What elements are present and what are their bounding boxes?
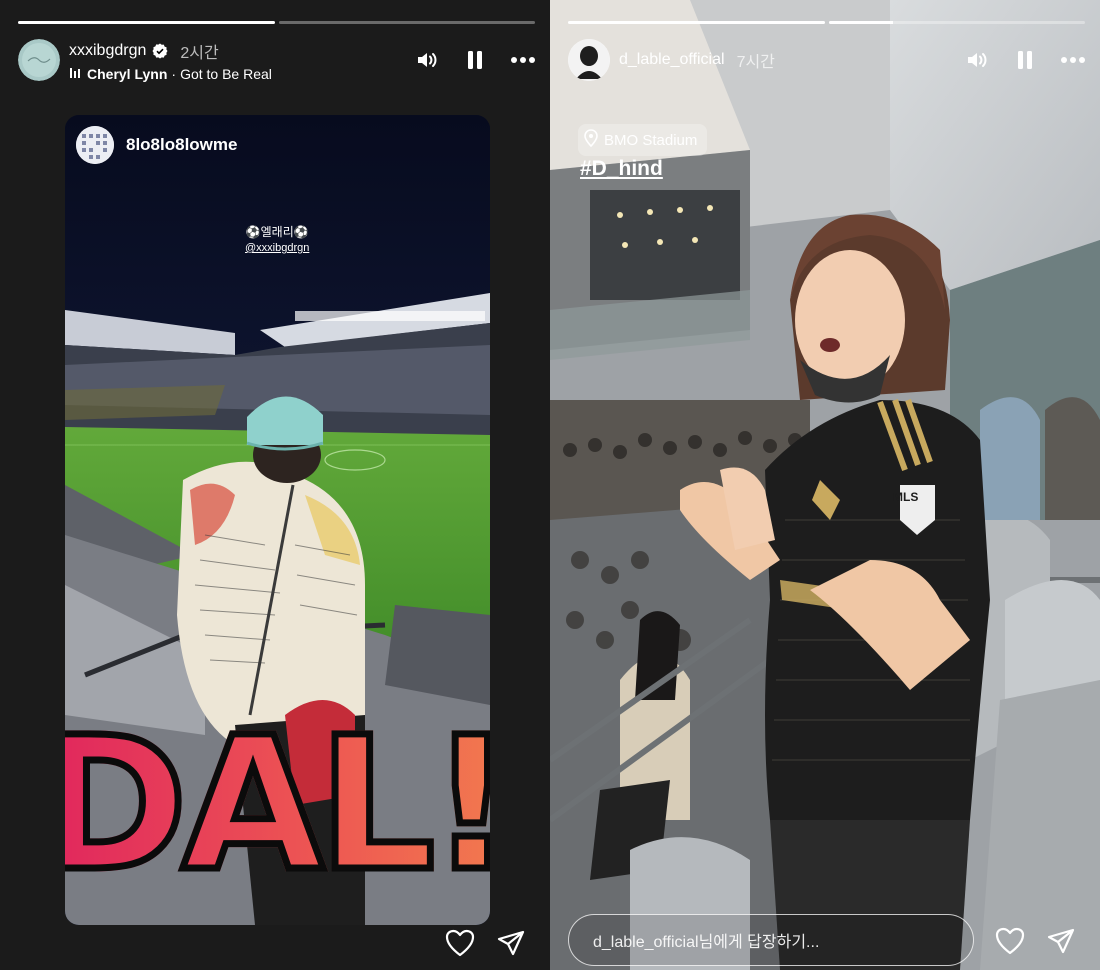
avatar[interactable] [76,126,114,164]
story-header: xxxibgdrgn 2시간 Cheryl Lynn · Got to Be R… [18,38,272,82]
progress-segment [828,21,1085,24]
progress-fill [568,21,825,24]
username[interactable]: d_lable_official [619,51,725,69]
location-name: BMO Stadium [604,131,698,149]
story-controls [414,48,536,72]
heart-icon[interactable] [445,928,475,958]
progress-segment [568,21,825,24]
story-progress-bar [18,21,535,24]
speaker-icon[interactable] [414,48,440,72]
pause-icon[interactable] [462,48,488,72]
pause-icon[interactable] [1012,48,1038,72]
send-icon[interactable] [1046,926,1076,956]
shared-post-username[interactable]: 8lo8lo8lowme [126,135,237,155]
story-controls [964,48,1086,72]
story-header: d_lable_official 7시간 [568,38,775,82]
mention-sticker[interactable]: ⚽엘래리⚽ @xxxibgdrgn [245,223,309,254]
jersey-badge-text: MLS [893,490,919,504]
music-separator: · [171,65,177,82]
avatar[interactable] [568,39,610,81]
story-progress-bar [568,21,1085,24]
goal-overlay-text: DAL!! [65,710,490,901]
time-ago: 2시간 [180,44,219,62]
music-artist: Cheryl Lynn [87,65,168,82]
sticker-title: ⚽엘래리⚽ [245,225,309,239]
shared-post-card[interactable]: 8lo8lo8lowme ⚽엘래리⚽ @xxxibgdrgn DAL!! [65,115,490,925]
more-icon[interactable] [510,48,536,72]
hashtag-sticker[interactable]: #D_hind [580,157,663,181]
music-info[interactable]: Cheryl Lynn · Got to Be Real [69,66,272,82]
progress-fill [828,21,893,24]
send-icon[interactable] [496,928,526,958]
progress-segment [278,21,535,24]
story-left[interactable]: xxxibgdrgn 2시간 Cheryl Lynn · Got to Be R… [0,0,550,970]
location-pin-icon [584,129,598,151]
progress-fill [18,21,275,24]
progress-segment [18,21,275,24]
speaker-icon[interactable] [964,48,990,72]
time-ago: 7시간 [736,54,775,71]
shared-post-header: 8lo8lo8lowme [76,126,237,164]
music-bars-icon [69,66,81,82]
username[interactable]: xxxibgdrgn [69,42,146,60]
more-icon[interactable] [1060,48,1086,72]
music-song: Got to Be Real [180,65,272,82]
reply-placeholder: d_lable_official님에게 답장하기... [593,934,820,951]
reply-input[interactable]: d_lable_official님에게 답장하기... [568,914,974,966]
location-sticker[interactable]: BMO Stadium [578,124,708,156]
sticker-mention[interactable]: @xxxibgdrgn [245,242,309,254]
avatar[interactable] [18,39,60,81]
verified-badge-icon [152,43,168,59]
heart-icon[interactable] [995,926,1025,956]
